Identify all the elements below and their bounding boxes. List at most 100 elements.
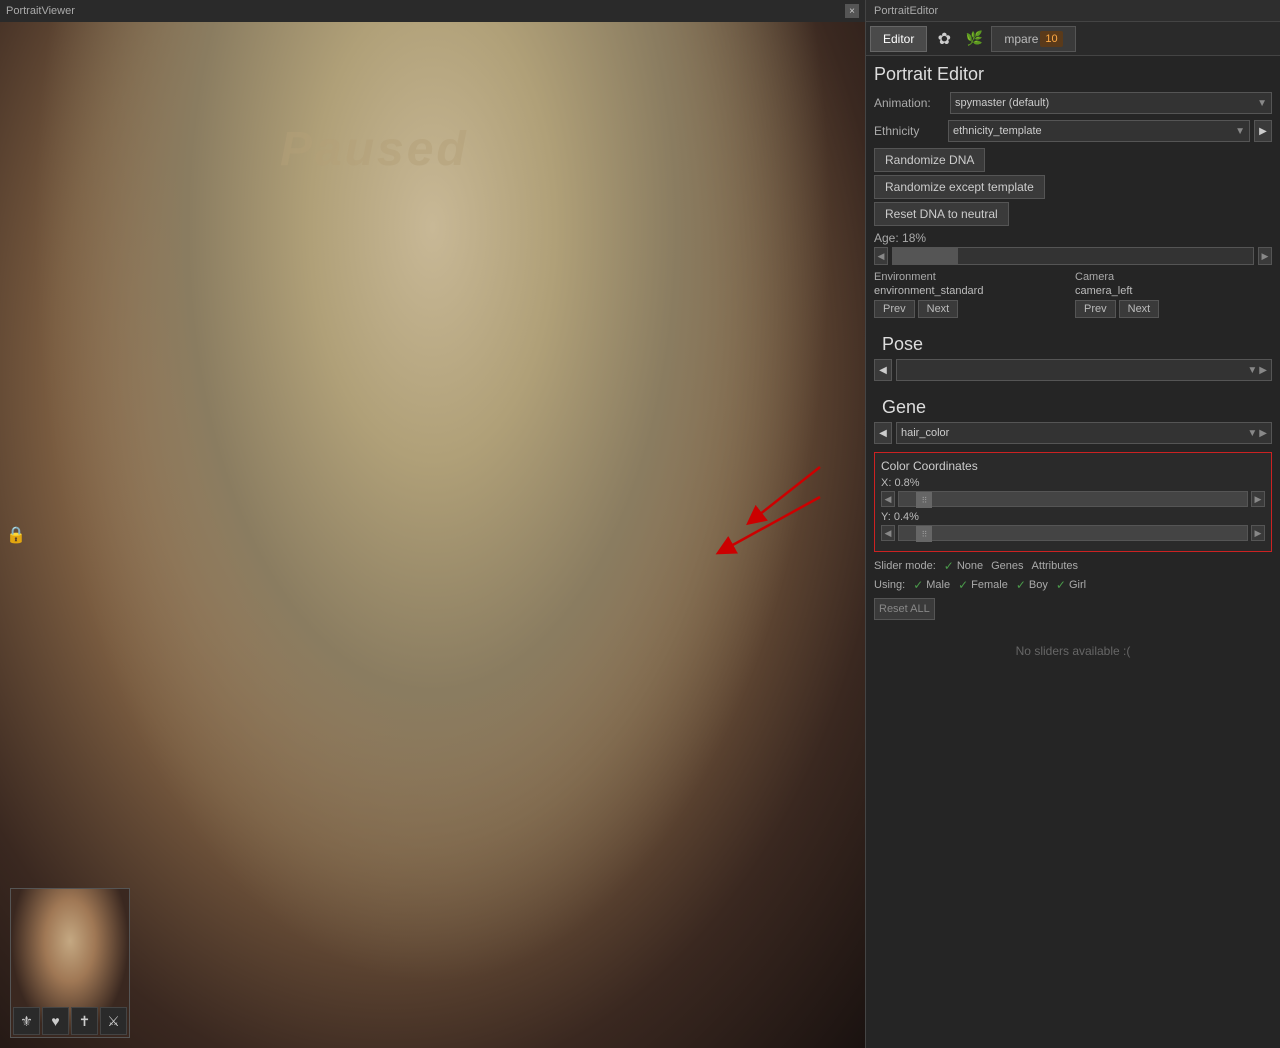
pose-right-arrow: ▶ <box>1259 365 1267 376</box>
env-camera-headers: Environment environment_standard Prev Ne… <box>874 271 1272 318</box>
gene-right-arrow: ▶ <box>1259 428 1267 439</box>
ethnicity-row: Ethnicity ethnicity_template ▼ ▶ <box>866 117 1280 145</box>
tab-icon-leaf[interactable]: 🌿 <box>961 26 987 52</box>
env-label: Environment <box>874 271 1071 283</box>
female-label: Female <box>971 579 1008 591</box>
boy-label: Boy <box>1029 579 1048 591</box>
env-nav-row: Prev Next <box>874 300 1071 318</box>
animation-row: Animation: spymaster (default) ▼ <box>866 89 1280 117</box>
using-label: Using: <box>874 579 905 591</box>
male-label: Male <box>926 579 950 591</box>
close-button[interactable]: × <box>845 4 859 18</box>
no-sliders-text: No sliders available :( <box>866 624 1280 678</box>
x-slider-track[interactable]: ⠿ <box>898 491 1248 507</box>
cam-next-btn[interactable]: Next <box>1119 300 1160 318</box>
male-checkmark: ✓ <box>913 578 923 592</box>
gene-section: Gene ◀ hair_color ▼ ▶ <box>866 385 1280 448</box>
badge-heart: ♥ <box>42 1007 69 1035</box>
tab-compare[interactable]: mpare 10 <box>991 26 1075 52</box>
env-next-btn[interactable]: Next <box>918 300 959 318</box>
y-slider-row: ◀ ⠿ ▶ <box>881 525 1265 541</box>
ethnicity-select[interactable]: ethnicity_template ▼ <box>948 120 1250 142</box>
cam-value: camera_left <box>1075 285 1272 297</box>
girl-check[interactable]: ✓ Girl <box>1056 578 1086 592</box>
age-slider-track[interactable] <box>892 247 1254 265</box>
small-portrait: ⚜ ♥ ✝ ⚔ <box>10 888 130 1038</box>
genes-check[interactable]: Genes <box>991 560 1023 572</box>
section-title: Portrait Editor <box>866 56 1280 89</box>
gene-select[interactable]: hair_color ▼ ▶ <box>896 422 1272 444</box>
none-label: None <box>957 560 983 572</box>
animation-select[interactable]: spymaster (default) ▼ <box>950 92 1272 114</box>
gene-arrow: ▼ <box>1247 428 1257 439</box>
gene-select-row: ◀ hair_color ▼ ▶ <box>874 422 1272 444</box>
editor-tabs: Editor ✿ 🌿 mpare 10 <box>866 22 1280 56</box>
y-slider-thumb: ⠿ <box>916 526 932 542</box>
girl-label: Girl <box>1069 579 1086 591</box>
attributes-label: Attributes <box>1032 560 1078 572</box>
color-coordinates-box: Color Coordinates X: 0.8% ◀ ⠿ ▶ Y: 0.4% … <box>874 452 1272 552</box>
x-right-btn[interactable]: ▶ <box>1251 491 1265 507</box>
env-value: environment_standard <box>874 285 1071 297</box>
tab-icon-flower[interactable]: ✿ <box>931 26 957 52</box>
cam-col: Camera camera_left Prev Next <box>1075 271 1272 318</box>
slider-mode-row: Slider mode: ✓ None Genes Attributes <box>866 556 1280 576</box>
none-check[interactable]: ✓ None <box>944 559 983 573</box>
pose-left-btn[interactable]: ◀ <box>874 359 892 381</box>
attributes-check[interactable]: Attributes <box>1032 560 1078 572</box>
lock-icon[interactable]: 🔒 <box>6 525 26 545</box>
x-slider-thumb: ⠿ <box>916 492 932 508</box>
using-row: Using: ✓ Male ✓ Female ✓ Boy ✓ Girl <box>866 576 1280 594</box>
pose-title: Pose <box>874 326 1272 359</box>
y-slider-track[interactable]: ⠿ <box>898 525 1248 541</box>
pose-row: ◀ ▼ ▶ <box>874 359 1272 381</box>
pose-section: Pose ◀ ▼ ▶ <box>866 322 1280 385</box>
randomize-except-button[interactable]: Randomize except template <box>874 175 1045 199</box>
none-checkmark: ✓ <box>944 559 954 573</box>
animation-arrow: ▼ <box>1257 98 1267 109</box>
env-col: Environment environment_standard Prev Ne… <box>874 271 1071 318</box>
age-row: Age: 18% ◀ ▶ <box>866 229 1280 267</box>
reset-all-button[interactable]: Reset ALL <box>874 598 935 620</box>
title-bar: PortraitViewer × <box>0 0 865 22</box>
genes-label: Genes <box>991 560 1023 572</box>
badge-crown: ⚜ <box>13 1007 40 1035</box>
gene-title: Gene <box>874 389 1272 422</box>
male-check[interactable]: ✓ Male <box>913 578 950 592</box>
gene-left-btn[interactable]: ◀ <box>874 422 892 444</box>
x-left-btn[interactable]: ◀ <box>881 491 895 507</box>
panel-title-bar: PortraitEditor <box>866 0 1280 22</box>
badge-sword: ⚔ <box>100 1007 127 1035</box>
tab-editor[interactable]: Editor <box>870 26 927 52</box>
slider-mode-label: Slider mode: <box>874 560 936 572</box>
female-check[interactable]: ✓ Female <box>958 578 1008 592</box>
cam-label: Camera <box>1075 271 1272 283</box>
boy-check[interactable]: ✓ Boy <box>1016 578 1048 592</box>
ethnicity-next-btn[interactable]: ▶ <box>1254 120 1272 142</box>
portrait-area: Paused 🔒 ⚜ ♥ ✝ ⚔ <box>0 22 865 1048</box>
x-coord-label: X: 0.8% <box>881 477 1265 489</box>
tab-count: 10 <box>1040 31 1062 47</box>
randomize-dna-button[interactable]: Randomize DNA <box>874 148 985 172</box>
cam-prev-btn[interactable]: Prev <box>1075 300 1116 318</box>
age-left-btn[interactable]: ◀ <box>874 247 888 265</box>
app-title: PortraitViewer <box>6 5 75 17</box>
boy-checkmark: ✓ <box>1016 578 1026 592</box>
age-slider-fill <box>893 248 958 264</box>
age-right-btn[interactable]: ▶ <box>1258 247 1272 265</box>
girl-checkmark: ✓ <box>1056 578 1066 592</box>
color-coord-title: Color Coordinates <box>881 459 1265 473</box>
env-prev-btn[interactable]: Prev <box>874 300 915 318</box>
reset-dna-button[interactable]: Reset DNA to neutral <box>874 202 1009 226</box>
y-coord-label: Y: 0.4% <box>881 511 1265 523</box>
female-checkmark: ✓ <box>958 578 968 592</box>
cam-nav-row: Prev Next <box>1075 300 1272 318</box>
env-camera-section: Environment environment_standard Prev Ne… <box>866 267 1280 322</box>
age-label: Age: 18% <box>874 231 1272 245</box>
pose-arrow: ▼ <box>1247 365 1257 376</box>
y-right-btn[interactable]: ▶ <box>1251 525 1265 541</box>
y-left-btn[interactable]: ◀ <box>881 525 895 541</box>
ethnicity-label: Ethnicity <box>874 124 944 138</box>
pose-select[interactable]: ▼ ▶ <box>896 359 1272 381</box>
badge-cross: ✝ <box>71 1007 98 1035</box>
